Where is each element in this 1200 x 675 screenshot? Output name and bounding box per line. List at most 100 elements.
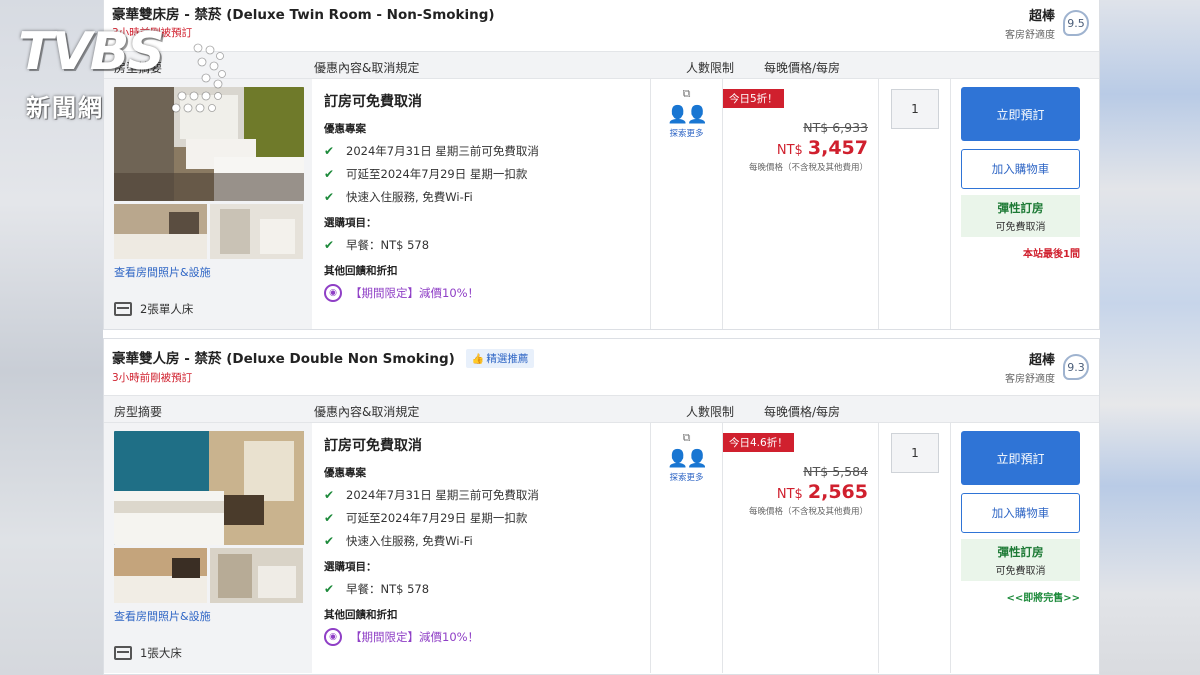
- discount-badge: 今日5折！: [723, 89, 784, 108]
- per-night-note: 每晚價格（不含稅及其他費用）: [748, 163, 868, 173]
- room-photo-thumb[interactable]: [210, 204, 303, 259]
- deal-title: 訂房可免費取消: [324, 94, 422, 110]
- promo-item: ◉ 【期間限定】減價10%！: [324, 628, 640, 646]
- logo-dots-icon: [171, 43, 226, 113]
- room-list-page: 豪華雙床房 - 禁菸 (Deluxe Twin Room - Non-Smoki…: [103, 0, 1100, 675]
- room-photo-main[interactable]: [114, 431, 304, 545]
- occupancy: ⧉ 👤👤 探索更多: [651, 79, 723, 329]
- room-photo-thumb[interactable]: [114, 548, 207, 603]
- occupancy: ⧉ 👤👤 探索更多: [651, 423, 723, 673]
- check-icon: ✔: [324, 488, 335, 502]
- price-panel: 今日4.6折！ NT$ 5,584 NT$ 2,565 每晚價格（不含稅及其他費…: [723, 423, 879, 673]
- view-photos-link[interactable]: 查看房間照片&設施: [114, 264, 304, 280]
- logo-subtitle: 新聞網: [26, 94, 104, 122]
- deal-line: ✔ 2024年7月31日 星期三前可免費取消: [324, 144, 539, 158]
- flexible-booking-badge: 彈性訂房 可免費取消: [961, 539, 1080, 581]
- copy-icon: ⧉: [682, 87, 691, 100]
- blurred-background-right: [1100, 0, 1200, 675]
- room-rating: 超棒 客房舒適度 9.3: [1005, 349, 1089, 385]
- deal-line: ✔ 快速入住服務, 免費Wi-Fi: [324, 534, 473, 548]
- two-persons-icon: 👤👤: [667, 449, 707, 469]
- availability-note: 本站最後1間: [1023, 249, 1080, 260]
- deal-line: ✔ 可延至2024年7月29日 星期一扣款: [324, 511, 528, 525]
- explore-more-link[interactable]: 探索更多: [651, 471, 722, 483]
- view-photos-link[interactable]: 查看房間照片&設施: [114, 608, 304, 624]
- current-price: NT$ 3,457: [776, 137, 868, 159]
- recommend-badge: 👍 精選推薦: [465, 349, 535, 368]
- deal-extra: ✔ 早餐：NT$ 578: [324, 238, 430, 252]
- column-headers: 房型摘要 優惠內容&取消規定 人數限制 每晚價格/每房: [104, 51, 1099, 79]
- rating-label: 客房舒適度: [1005, 374, 1055, 385]
- deal-section-other: 其他回饋和折扣: [324, 265, 398, 277]
- deal-section-plan: 優惠專案: [324, 123, 366, 135]
- room-header: 豪華雙床房 - 禁菸 (Deluxe Twin Room - Non-Smoki…: [104, 0, 1099, 51]
- deal-extra: ✔ 早餐：NT$ 578: [324, 582, 430, 596]
- recently-booked-note: 3小時前剛被預訂: [112, 372, 193, 384]
- bed-icon: [114, 302, 132, 316]
- bed-info: 1張大床: [114, 645, 182, 661]
- room-quantity-select[interactable]: 1: [891, 89, 939, 129]
- room-photo-thumb[interactable]: [210, 548, 303, 603]
- deal-section-extras: 選購項目：: [324, 561, 377, 573]
- book-now-button[interactable]: 立即預訂: [961, 431, 1080, 485]
- current-price: NT$ 2,565: [776, 481, 868, 503]
- original-price: NT$ 5,584: [803, 464, 868, 479]
- availability-note: <<即將完售>>: [1006, 593, 1080, 604]
- deal-details: 訂房可免費取消 優惠專案 ✔ 2024年7月31日 星期三前可免費取消 ✔ 可延至2…: [312, 423, 651, 673]
- discount-badge: 今日4.6折！: [723, 433, 794, 452]
- rating-word: 超棒: [1028, 353, 1055, 368]
- action-panel: 立即預訂 加入購物車 彈性訂房 可免費取消 本站最後1間: [951, 79, 1101, 329]
- rating-score: 9.5: [1063, 10, 1089, 36]
- check-icon: ✔: [324, 511, 335, 525]
- promo-icon: ◉: [324, 284, 342, 302]
- bed-label: 2張單人床: [140, 302, 194, 316]
- room-summary: 查看房間照片&設施 1張大床: [104, 423, 312, 673]
- deal-section-plan: 優惠專案: [324, 467, 366, 479]
- action-panel: 立即預訂 加入購物車 彈性訂房 可免費取消 <<即將完售>>: [951, 423, 1101, 673]
- check-icon: ✔: [324, 534, 335, 548]
- promo-icon: ◉: [324, 628, 342, 646]
- check-icon: ✔: [324, 167, 335, 181]
- check-icon: ✔: [324, 582, 335, 596]
- original-price: NT$ 6,933: [803, 120, 868, 135]
- room-title[interactable]: 豪華雙床房 - 禁菸 (Deluxe Twin Room - Non-Smoki…: [112, 3, 495, 23]
- col-people: 人數限制: [686, 405, 735, 419]
- rating-word: 超棒: [1028, 9, 1055, 24]
- col-deal: 優惠內容&取消規定: [314, 61, 420, 75]
- flexible-booking-badge: 彈性訂房 可免費取消: [961, 195, 1080, 237]
- copy-icon: ⧉: [682, 431, 691, 444]
- check-icon: ✔: [324, 144, 335, 158]
- add-to-cart-button[interactable]: 加入購物車: [961, 149, 1080, 189]
- deal-line: ✔ 可延至2024年7月29日 星期一扣款: [324, 167, 528, 181]
- column-headers: 房型摘要 優惠內容&取消規定 人數限制 每晚價格/每房: [104, 395, 1099, 423]
- room-header: 豪華雙人房 - 禁菸 (Deluxe Double Non Smoking) 👍…: [104, 339, 1099, 395]
- check-icon: ✔: [324, 238, 335, 252]
- room-title[interactable]: 豪華雙人房 - 禁菸 (Deluxe Double Non Smoking): [112, 347, 455, 367]
- check-icon: ✔: [324, 190, 335, 204]
- rating-label: 客房舒適度: [1005, 30, 1055, 41]
- two-persons-icon: 👤👤: [667, 105, 707, 125]
- add-to-cart-button[interactable]: 加入購物車: [961, 493, 1080, 533]
- thumbs-up-icon: 👍: [471, 354, 485, 365]
- quantity-panel: 1: [879, 423, 951, 673]
- col-deal: 優惠內容&取消規定: [314, 405, 420, 419]
- room-quantity-select[interactable]: 1: [891, 433, 939, 473]
- deal-line: ✔ 快速入住服務, 免費Wi-Fi: [324, 190, 473, 204]
- bed-info: 2張單人床: [114, 301, 193, 317]
- room-card: 豪華雙人房 - 禁菸 (Deluxe Double Non Smoking) 👍…: [103, 338, 1100, 675]
- bed-icon: [114, 646, 132, 660]
- explore-more-link[interactable]: 探索更多: [651, 127, 722, 139]
- book-now-button[interactable]: 立即預訂: [961, 87, 1080, 141]
- col-price: 每晚價格/每房: [764, 61, 841, 75]
- col-summary: 房型摘要: [114, 405, 163, 419]
- deal-details: 訂房可免費取消 優惠專案 ✔ 2024年7月31日 星期三前可免費取消 ✔ 可延至2…: [312, 79, 651, 329]
- tvbs-logo: TVBS 新聞網: [18, 22, 228, 126]
- per-night-note: 每晚價格（不含稅及其他費用）: [748, 507, 868, 517]
- deal-line: ✔ 2024年7月31日 星期三前可免費取消: [324, 488, 539, 502]
- room-photo-thumb[interactable]: [114, 204, 207, 259]
- deal-section-other: 其他回饋和折扣: [324, 609, 398, 621]
- rating-score: 9.3: [1063, 354, 1089, 380]
- quantity-panel: 1: [879, 79, 951, 329]
- price-panel: 今日5折！ NT$ 6,933 NT$ 3,457 每晚價格（不含稅及其他費用）: [723, 79, 879, 329]
- col-people: 人數限制: [686, 61, 735, 75]
